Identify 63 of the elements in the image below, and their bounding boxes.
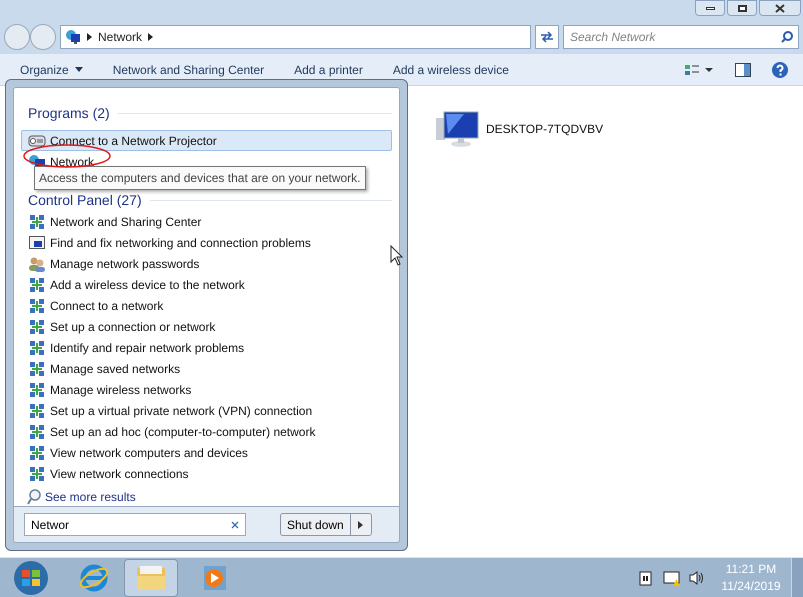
folder-icon [135, 564, 167, 592]
speaker-icon[interactable] [689, 570, 705, 586]
network-center-icon [28, 340, 46, 356]
toolbar-button[interactable]: Organize [20, 60, 83, 78]
search-result[interactable]: Identify and repair network problems [21, 337, 392, 358]
search-field[interactable]: Search Network [563, 25, 799, 49]
network-center-icon [28, 214, 46, 230]
search-result[interactable]: Set up a virtual private network (VPN) connection [21, 400, 392, 421]
network-center-icon [28, 276, 46, 292]
breadcrumb-item[interactable]: Network [98, 28, 142, 46]
breadcrumb-arrow-icon[interactable] [87, 33, 92, 41]
minimize-button[interactable] [695, 0, 725, 16]
network-center-icon [28, 424, 46, 440]
breadcrumb-arrow-icon[interactable] [148, 33, 154, 41]
network-center-icon [28, 298, 46, 314]
network-center-icon [28, 444, 46, 460]
view-options-icon[interactable] [685, 62, 713, 76]
toolbar-button[interactable]: Add a wireless device [392, 60, 509, 78]
network-center-icon [28, 402, 46, 418]
search-result[interactable]: Add a wireless device to the network [21, 274, 392, 295]
computer-label[interactable]: DESKTOP-7TQDVBV [486, 120, 604, 138]
search-icon [781, 31, 793, 43]
search-result[interactable]: Connect to a Network Projector [21, 130, 392, 151]
search-result[interactable]: Manage wireless networks [21, 379, 392, 400]
explorer-taskbar-button[interactable] [124, 558, 178, 596]
help-icon[interactable] [771, 60, 789, 78]
network-center-icon [28, 318, 46, 334]
refresh-button[interactable] [535, 25, 559, 49]
caret-icon [74, 67, 83, 72]
restore-button[interactable] [727, 0, 757, 16]
preview-pane-icon[interactable] [735, 62, 751, 76]
network-center-icon [28, 466, 46, 482]
search-result[interactable]: Connect to a network [21, 295, 392, 316]
arrow-icon [358, 520, 364, 528]
search-result[interactable]: Network and Sharing Center [21, 211, 392, 232]
search-icon [27, 489, 41, 505]
search-result[interactable]: View network computers and devices [21, 442, 392, 463]
toolbar-button[interactable]: Network and Sharing Center [112, 60, 264, 78]
troubleshoot-icon [28, 234, 46, 250]
tooltip: Access the computers and devices that are on your network. [34, 166, 366, 190]
toolbar-button[interactable]: Add a printer [294, 60, 363, 78]
search-field[interactable]: Networ [24, 513, 246, 536]
refresh-icon [540, 31, 554, 43]
see-more-results-link[interactable]: See more results [45, 488, 136, 506]
search-result[interactable]: View network connections [21, 463, 392, 484]
section-heading: Programs (2) [28, 104, 110, 123]
network-icon [65, 29, 81, 45]
section-heading: Control Panel (27) [28, 191, 142, 210]
network-warning-icon[interactable] [663, 570, 681, 586]
computer-icon [434, 110, 480, 148]
network-center-icon [28, 382, 46, 398]
projector-icon [28, 134, 46, 146]
search-result[interactable]: Manage network passwords [21, 253, 392, 274]
address-bar[interactable]: Network [60, 25, 531, 49]
search-result[interactable]: Set up a connection or network [21, 316, 392, 337]
network-center-icon [28, 360, 46, 376]
search-result[interactable]: Manage saved networks [21, 358, 392, 379]
search-result[interactable]: Find and fix networking and connection problems [21, 232, 392, 253]
search-result[interactable]: Set up an ad hoc (computer-to-computer) network [21, 421, 392, 442]
close-button[interactable] [759, 0, 801, 16]
close-icon [775, 4, 785, 12]
users-icon [28, 256, 46, 272]
clear-icon[interactable] [231, 521, 239, 529]
